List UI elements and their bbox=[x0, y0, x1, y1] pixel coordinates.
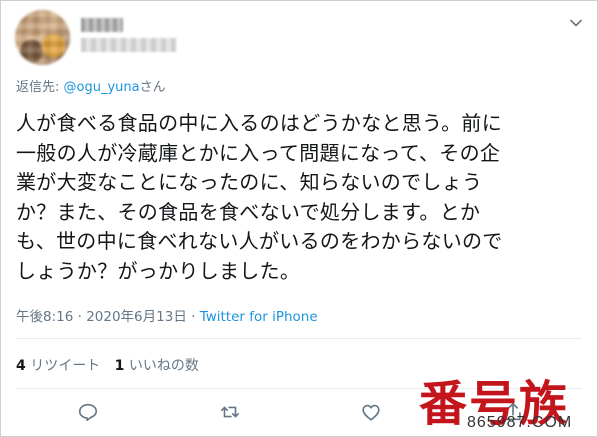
divider-top bbox=[16, 338, 582, 339]
tweet-text: 人が食べる食品の中に入るのはどうかなと思う。前に 一般の人が冷蔵庫とかに入って問… bbox=[16, 111, 503, 283]
retweet-icon[interactable] bbox=[219, 401, 241, 423]
reply-icon[interactable] bbox=[77, 401, 99, 423]
tweet-timestamp[interactable]: 午後8:16 · 2020年6月13日 · bbox=[16, 309, 200, 325]
tweet-card: 返信先: @ogu_yunaさん 人が食べる食品の中に入るのはどうかなと思う。前… bbox=[0, 0, 598, 437]
user-handle[interactable] bbox=[81, 38, 176, 52]
display-name[interactable] bbox=[81, 18, 123, 32]
likes-stat[interactable]: 1 いいねの数 bbox=[115, 358, 199, 374]
reply-to-user-link[interactable]: @ogu_yuna bbox=[64, 80, 140, 95]
likes-label: いいねの数 bbox=[124, 358, 199, 374]
heart-icon[interactable] bbox=[360, 401, 382, 423]
chevron-down-icon[interactable] bbox=[568, 15, 584, 31]
avatar[interactable] bbox=[15, 10, 70, 65]
tweet-stats: 4 リツイート 1 いいねの数 bbox=[16, 355, 209, 375]
tweet-meta: 午後8:16 · 2020年6月13日 · Twitter for iPhone bbox=[16, 305, 318, 325]
reply-to-prefix: 返信先: bbox=[16, 80, 64, 95]
watermark-url: 865987.COM bbox=[467, 414, 573, 431]
tweet-source-link[interactable]: Twitter for iPhone bbox=[200, 309, 318, 325]
reply-to-line: 返信先: @ogu_yunaさん bbox=[16, 76, 166, 95]
reply-to-suffix: さん bbox=[139, 80, 166, 95]
retweets-count: 4 bbox=[16, 358, 26, 374]
retweets-stat[interactable]: 4 リツイート bbox=[16, 358, 100, 374]
likes-count: 1 bbox=[114, 358, 125, 374]
retweets-label: リツイート bbox=[25, 358, 101, 374]
